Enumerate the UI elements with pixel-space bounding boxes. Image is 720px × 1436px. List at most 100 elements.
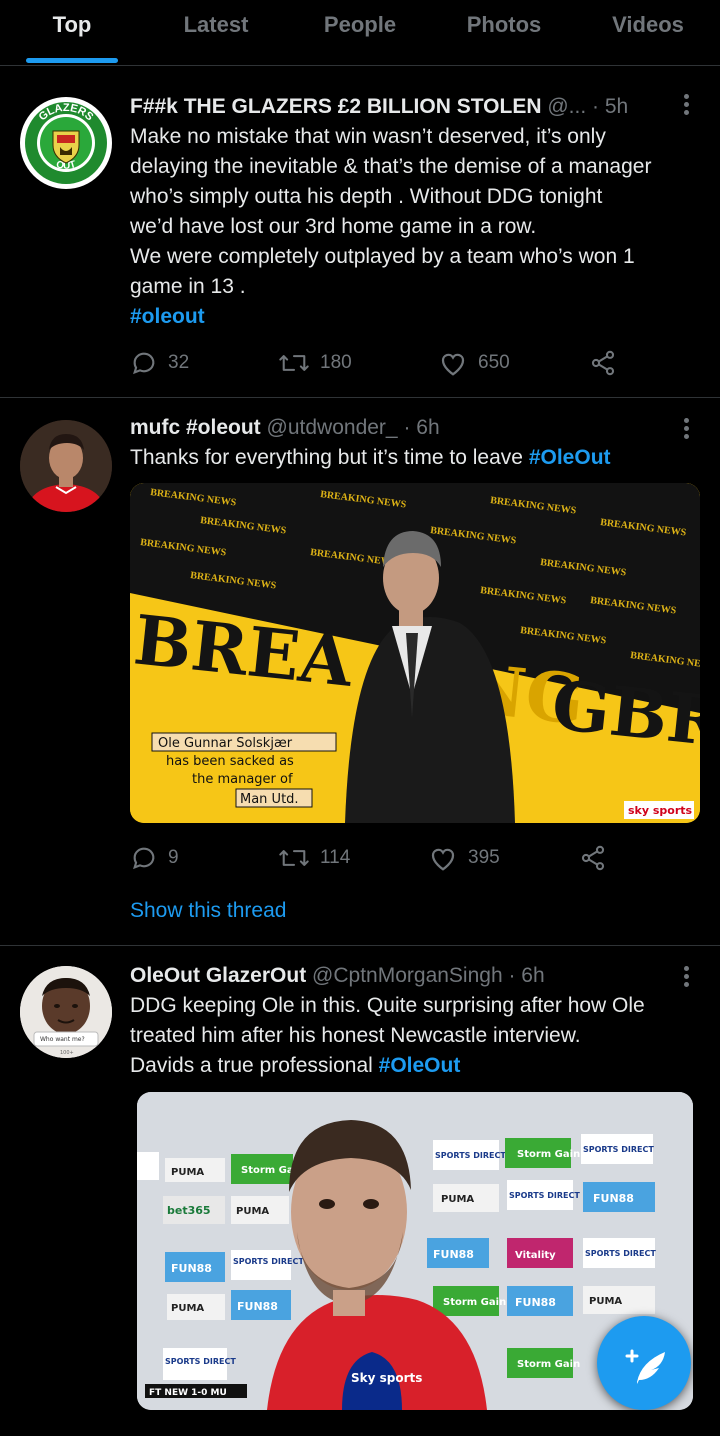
- breaking-news-graphic: BREAKING NEWS BREAKING NEWS BREAKING NEW…: [130, 483, 700, 823]
- timestamp: · 5h: [592, 95, 629, 118]
- svg-text:FUN88: FUN88: [515, 1296, 556, 1309]
- tweet-text: Make no mistake that win wasn’t deserved…: [130, 122, 700, 332]
- svg-text:SPORTS DIRECT: SPORTS DIRECT: [165, 1357, 236, 1366]
- glazers-out-badge-icon: GLAZERS OUT: [22, 99, 110, 187]
- svg-text:FUN88: FUN88: [237, 1300, 278, 1313]
- hashtag-link[interactable]: #OleOut: [529, 446, 611, 469]
- more-options-icon[interactable]: [684, 94, 690, 118]
- svg-text:bet365: bet365: [167, 1204, 211, 1217]
- tweet-line: We were completely outplayed by a team w…: [130, 245, 635, 268]
- tweet-line: we’d have lost our 3rd home game in a ro…: [130, 215, 537, 238]
- svg-text:SPORTS DIRECT: SPORTS DIRECT: [509, 1191, 580, 1200]
- svg-text:SPORTS DIRECT: SPORTS DIRECT: [233, 1257, 304, 1266]
- svg-text:FUN88: FUN88: [433, 1248, 474, 1261]
- svg-text:Man Utd.: Man Utd.: [240, 792, 299, 807]
- tweet-image[interactable]: BREAKING NEWS BREAKING NEWS BREAKING NEW…: [130, 483, 700, 823]
- retweet-button[interactable]: 114: [278, 844, 428, 872]
- display-name[interactable]: mufc #oleout: [130, 416, 261, 439]
- svg-text:SPORTS DIRECT: SPORTS DIRECT: [435, 1151, 506, 1160]
- tweet-line: delaying the inevitable & that’s the dem…: [130, 155, 652, 178]
- retweet-count: 114: [320, 847, 351, 868]
- reply-icon: [133, 847, 155, 870]
- handle[interactable]: @...: [547, 95, 586, 118]
- like-count: 650: [478, 352, 510, 373]
- hashtag-link[interactable]: #oleout: [130, 302, 700, 332]
- tweet-header: mufc #oleout @utdwonder_ · 6h: [130, 413, 700, 443]
- more-options-icon[interactable]: [684, 418, 690, 442]
- svg-text:Who want me?: Who want me?: [40, 1036, 85, 1043]
- svg-text:Storm Gain: Storm Gain: [517, 1149, 580, 1160]
- like-button[interactable]: 395: [428, 844, 578, 872]
- svg-text:PUMA: PUMA: [171, 1167, 204, 1178]
- reply-button[interactable]: 32: [130, 349, 278, 377]
- tab-videos[interactable]: Videos: [576, 0, 720, 65]
- tweet-actions: 32 180 650: [130, 349, 628, 377]
- compose-tweet-button[interactable]: [597, 1316, 691, 1410]
- svg-text:PUMA: PUMA: [441, 1194, 474, 1205]
- svg-text:FT NEW 1-0 MU: FT NEW 1-0 MU: [149, 1388, 227, 1398]
- tab-people[interactable]: People: [288, 0, 432, 65]
- reply-count: 32: [168, 352, 190, 373]
- svg-text:SPORTS DIRECT: SPORTS DIRECT: [585, 1249, 656, 1258]
- avatar[interactable]: [20, 420, 112, 512]
- timestamp: · 6h: [403, 416, 440, 439]
- search-tabs: Top Latest People Photos Videos: [0, 0, 720, 66]
- svg-text:PUMA: PUMA: [589, 1296, 622, 1307]
- heart-icon: [431, 848, 455, 871]
- share-icon: [581, 845, 605, 871]
- active-tab-indicator: [26, 58, 118, 63]
- tab-top[interactable]: Top: [0, 0, 144, 65]
- reply-count: 9: [168, 847, 179, 868]
- tweet[interactable]: GLAZERS OUT F##k THE GLAZERS £2 BILLION …: [0, 80, 720, 398]
- avatar[interactable]: GLAZERS OUT: [20, 97, 112, 189]
- display-name[interactable]: OleOut GlazerOut: [130, 964, 306, 987]
- more-options-icon[interactable]: [684, 966, 690, 990]
- tweet-line: DDG keeping Ole in this. Quite surprisin…: [130, 994, 645, 1017]
- handle[interactable]: @CptnMorganSingh: [312, 964, 503, 987]
- retweet-count: 180: [320, 352, 352, 373]
- tweet-line: game in 13 .: [130, 275, 246, 298]
- tab-photos[interactable]: Photos: [432, 0, 576, 65]
- tweet-line: Davids a true professional: [130, 1054, 373, 1077]
- tweet-text: Thanks for everything but it’s time to l…: [130, 443, 700, 473]
- profile-photo-icon: Who want me? 100+: [20, 966, 112, 1058]
- svg-text:has been sacked as: has been sacked as: [166, 754, 294, 769]
- display-name[interactable]: F##k THE GLAZERS £2 BILLION STOLEN: [130, 95, 542, 118]
- like-button[interactable]: 650: [438, 349, 588, 377]
- tab-latest[interactable]: Latest: [144, 0, 288, 65]
- svg-text:sky sports: sky sports: [628, 804, 693, 817]
- svg-text:Vitality: Vitality: [515, 1250, 556, 1261]
- svg-text:the manager of: the manager of: [192, 772, 293, 787]
- svg-text:FUN88: FUN88: [593, 1192, 634, 1205]
- show-thread-link[interactable]: Show this thread: [130, 899, 286, 923]
- share-icon: [591, 350, 615, 376]
- tweet-actions: 9 114 395: [130, 844, 618, 872]
- svg-text:SPORTS DIRECT: SPORTS DIRECT: [583, 1145, 654, 1154]
- tweet-header: OleOut GlazerOut @CptnMorganSingh · 6h: [130, 961, 700, 991]
- svg-text:Storm Gain: Storm Gain: [517, 1359, 580, 1370]
- svg-text:PUMA: PUMA: [171, 1303, 204, 1314]
- tweet-text: DDG keeping Ole in this. Quite surprisin…: [130, 991, 700, 1081]
- tweet-line: who’s simply outta his depth . Without D…: [130, 185, 603, 208]
- reply-button[interactable]: 9: [130, 844, 278, 872]
- tweet-line: Thanks for everything but it’s time to l…: [130, 446, 523, 469]
- svg-text:100+: 100+: [60, 1050, 74, 1056]
- player-photo-icon: [20, 420, 112, 512]
- handle[interactable]: @utdwonder_: [267, 416, 398, 439]
- svg-text:Sky sports: Sky sports: [351, 1371, 422, 1385]
- retweet-icon: [279, 355, 309, 371]
- hashtag-link[interactable]: #OleOut: [379, 1054, 461, 1077]
- reply-icon: [133, 352, 155, 375]
- timestamp: · 6h: [508, 964, 545, 987]
- share-button[interactable]: [588, 349, 628, 377]
- tweet-header: F##k THE GLAZERS £2 BILLION STOLEN @... …: [130, 92, 700, 122]
- tweet-line: treated him after his honest Newcastle i…: [130, 1024, 581, 1047]
- compose-feather-icon: [625, 1349, 665, 1384]
- share-button[interactable]: [578, 844, 618, 872]
- like-count: 395: [468, 847, 500, 868]
- retweet-button[interactable]: 180: [278, 349, 438, 377]
- tweet[interactable]: mufc #oleout @utdwonder_ · 6h Thanks for…: [0, 398, 720, 946]
- avatar[interactable]: Who want me? 100+: [20, 966, 112, 1058]
- svg-text:Ole Gunnar Solskjær: Ole Gunnar Solskjær: [158, 736, 293, 751]
- svg-text:FUN88: FUN88: [171, 1262, 212, 1275]
